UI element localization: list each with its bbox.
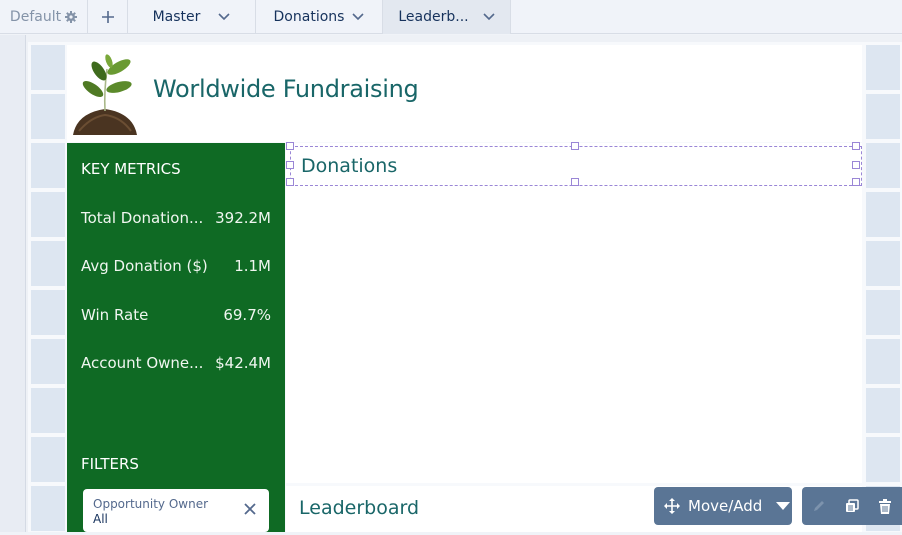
tab-master-label: Master	[152, 9, 201, 25]
grid-cell	[31, 486, 65, 531]
donations-widget-area[interactable]	[286, 143, 862, 483]
grid-cell	[866, 45, 900, 90]
grid-cell	[31, 94, 65, 139]
resize-handle[interactable]	[286, 142, 294, 150]
metric-label: Avg Donation ($)	[81, 257, 208, 275]
close-icon[interactable]	[243, 502, 257, 516]
grid-cell	[31, 241, 65, 286]
metric-value: $42.4M	[215, 354, 271, 372]
donations-title: Donations	[301, 155, 398, 177]
dashboard-tab-bar: Default Master Donations Leaderb...	[0, 0, 902, 34]
clone-button[interactable]	[835, 487, 868, 525]
resize-handle[interactable]	[286, 161, 294, 169]
tab-default[interactable]: Default	[0, 0, 88, 34]
grid-cell	[866, 437, 900, 482]
metric-value: 69.7%	[223, 306, 271, 324]
caret-down-icon[interactable]	[776, 501, 791, 511]
widget-actions-group	[802, 487, 902, 525]
chevron-down-icon[interactable]	[352, 13, 365, 21]
filters-heading: FILTERS	[81, 455, 139, 473]
trash-icon	[879, 498, 892, 514]
move-arrows-icon	[664, 498, 680, 514]
resize-handle[interactable]	[852, 142, 860, 150]
tab-donations-label: Donations	[273, 9, 345, 25]
header-widget[interactable]: Worldwide Fundraising	[67, 45, 862, 142]
frame-left-gutter	[0, 35, 26, 532]
plus-icon	[101, 11, 114, 23]
grid-column-left	[31, 45, 65, 535]
grid-cell	[866, 192, 900, 237]
grid-cell	[31, 192, 65, 237]
filter-label: Opportunity Owner	[93, 497, 209, 511]
tab-default-label: Default	[9, 9, 62, 25]
resize-handle[interactable]	[852, 178, 860, 186]
grid-cell	[31, 388, 65, 433]
seedling-logo	[73, 54, 137, 135]
metric-label: Total Donation...	[81, 209, 204, 227]
metric-value: 1.1M	[234, 257, 271, 275]
leaderboard-title: Leaderboard	[299, 497, 420, 519]
add-tab-button[interactable]	[88, 0, 128, 34]
grid-cell	[31, 290, 65, 335]
move-add-button[interactable]: Move/Add	[654, 487, 792, 525]
chevron-down-icon[interactable]	[483, 13, 495, 21]
grid-cell	[866, 290, 900, 335]
dashboard-title: Worldwide Fundraising	[153, 75, 419, 103]
grid-cell	[31, 437, 65, 482]
grid-cell	[31, 45, 65, 90]
delete-button[interactable]	[869, 487, 902, 525]
tab-donations[interactable]: Donations	[256, 0, 383, 34]
grid-cell	[866, 388, 900, 433]
copy-icon	[845, 499, 859, 512]
resize-handle[interactable]	[571, 178, 579, 186]
grid-column-right	[866, 45, 900, 535]
resize-handle[interactable]	[852, 161, 860, 169]
metric-label: Win Rate	[81, 306, 149, 324]
grid-cell	[31, 339, 65, 384]
resize-handle[interactable]	[571, 142, 579, 150]
metric-row[interactable]: Avg Donation ($) 1.1M	[81, 257, 271, 275]
metric-row[interactable]: Win Rate 69.7%	[81, 306, 271, 324]
chevron-down-icon[interactable]	[218, 13, 230, 21]
grid-cell	[866, 241, 900, 286]
resize-handle[interactable]	[286, 178, 294, 186]
pencil-icon	[813, 501, 824, 511]
tab-leaderboard-label: Leaderb...	[398, 9, 469, 25]
grid-cell	[866, 339, 900, 384]
donations-text-widget-selected[interactable]: Donations	[286, 142, 862, 186]
opportunity-owner-filter[interactable]: Opportunity Owner All	[83, 489, 269, 532]
tab-master[interactable]: Master	[128, 0, 256, 34]
gear-icon	[65, 11, 78, 23]
metric-value: 392.2M	[215, 209, 271, 227]
metric-row[interactable]: Account Owne... $42.4M	[81, 354, 271, 372]
grid-cell	[866, 94, 900, 139]
filter-value: All	[93, 512, 108, 526]
metric-label: Account Owne...	[81, 354, 204, 372]
metric-row[interactable]: Total Donation... 392.2M	[81, 209, 271, 227]
edit-button[interactable]	[802, 487, 835, 525]
grid-cell	[866, 143, 900, 188]
key-metrics-panel[interactable]: KEY METRICS Total Donation... 392.2M Avg…	[67, 143, 285, 532]
tab-leaderboard[interactable]: Leaderb...	[383, 0, 511, 34]
key-metrics-heading: KEY METRICS	[81, 160, 181, 178]
grid-cell	[31, 143, 65, 188]
move-add-label: Move/Add	[688, 497, 763, 515]
